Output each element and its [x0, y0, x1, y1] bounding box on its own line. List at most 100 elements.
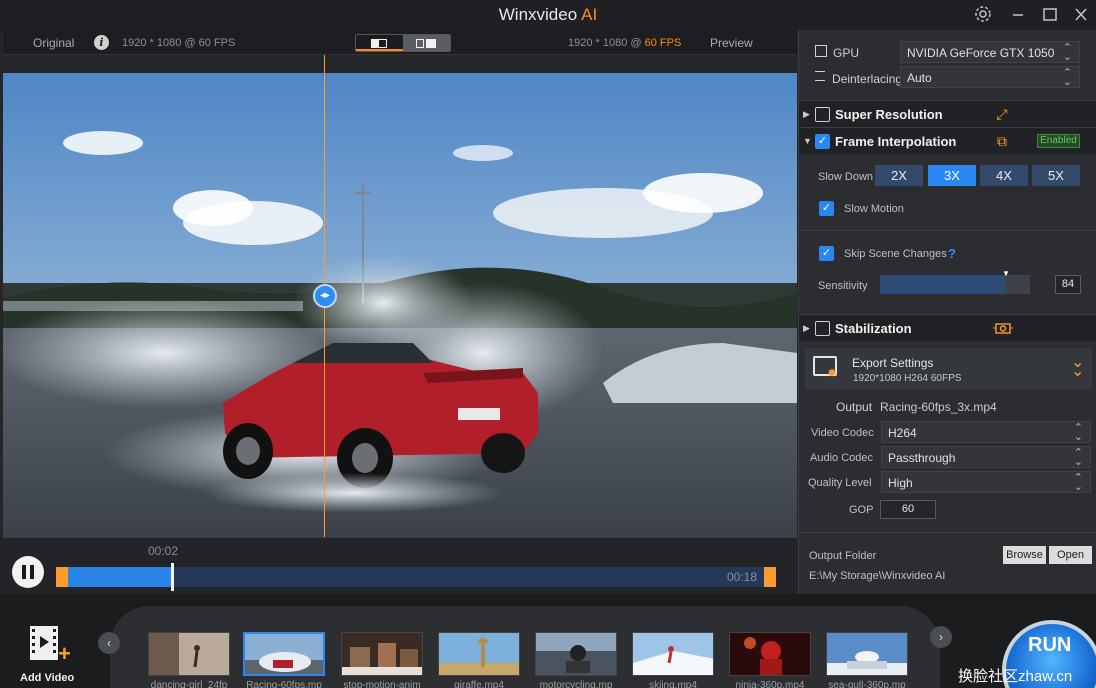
enabled-badge: Enabled — [1037, 134, 1080, 148]
pause-button[interactable] — [12, 556, 44, 588]
run-label: RUN — [1028, 634, 1072, 656]
compare-bar: Original i 1920 * 1080 @ 60 FPS 1920 * 1… — [3, 30, 797, 55]
watermark-text: 换脸社区zhaw.cn — [958, 668, 1073, 685]
split-drag-handle[interactable]: ◂▸ — [313, 284, 337, 308]
video-image — [3, 73, 797, 548]
chevron-updown-icon: ⌃ ⌄ — [1073, 422, 1083, 443]
thumbnail[interactable] — [535, 632, 617, 676]
thumbnail[interactable] — [341, 632, 423, 676]
chevron-right-icon[interactable]: › — [930, 626, 952, 648]
gop-label: GOP — [849, 504, 874, 516]
collapse-chevron-icon[interactable]: ⌄ ⌄ — [1071, 355, 1084, 380]
frame-interpolation-section[interactable]: ▼ ✓ Frame Interpolation ⧉ Enabled — [799, 127, 1096, 154]
skip-scene-changes-checkbox[interactable]: ✓ — [819, 246, 834, 261]
minimize-icon[interactable] — [1007, 4, 1029, 26]
trim-start-handle[interactable] — [56, 567, 68, 587]
pause-icon-bar — [30, 565, 34, 579]
thumbnail-selected[interactable] — [243, 632, 325, 676]
trim-end-handle[interactable] — [764, 567, 776, 587]
thumbnail[interactable] — [148, 632, 230, 676]
chevron-updown-icon: ⌃ ⌄ — [1073, 447, 1083, 468]
preview-resolution: 1920 * 1080 @ 60 FPS — [568, 37, 681, 49]
video-codec-value: H264 — [888, 426, 917, 440]
audio-codec-label: Audio Codec — [810, 452, 873, 464]
thumbnail[interactable] — [438, 632, 520, 676]
gpu-chip-icon — [815, 45, 827, 57]
timeline-track[interactable]: 00:18 — [56, 563, 776, 591]
divider — [799, 532, 1096, 533]
export-settings-card[interactable]: ✹ Export Settings 1920*1080 H264 60FPS ⌄… — [805, 348, 1092, 390]
split-view-button[interactable] — [356, 35, 403, 51]
export-settings-title: Export Settings — [852, 356, 934, 370]
gear-icon: ✹ — [827, 366, 838, 380]
side-by-side-icon-right — [426, 39, 436, 48]
thumbnail-name: Racing-60fps.mp — [246, 680, 322, 688]
sensitivity-label: Sensitivity — [818, 280, 868, 292]
video-codec-select[interactable]: H264 ⌃ ⌄ — [881, 421, 1091, 443]
deinterlacing-label: Deinterlacing — [832, 72, 903, 86]
gpu-select[interactable]: NVIDIA GeForce GTX 1050 ⌃ ⌄ — [900, 41, 1080, 63]
close-icon[interactable] — [1070, 4, 1092, 26]
speed-2x-button[interactable]: 2X — [875, 165, 923, 186]
add-video-button[interactable]: + Add Video — [18, 624, 78, 688]
super-resolution-section[interactable]: ▶ Super Resolution ⤢ — [799, 100, 1096, 127]
quality-level-select[interactable]: High ⌃ ⌄ — [881, 471, 1091, 493]
deinterlacing-select[interactable]: Auto ⌃ ⌄ — [900, 66, 1080, 88]
stabilization-title: Stabilization — [835, 321, 912, 336]
slow-down-label: Slow Down — [818, 171, 874, 183]
add-video-label: Add Video — [20, 672, 75, 684]
settings-gear-icon[interactable] — [972, 4, 994, 26]
speed-3x-button[interactable]: 3X — [928, 165, 976, 186]
quality-level-value: High — [888, 476, 913, 490]
help-icon[interactable]: ? — [948, 246, 956, 261]
thumbnail-name: stop-motion-anim — [343, 680, 421, 688]
sensitivity-marker-icon: ▼ — [1002, 269, 1010, 278]
chevron-updown-icon: ⌃ ⌄ — [1062, 67, 1072, 88]
output-folder-path: E:\My Storage\Winxvideo AI — [809, 570, 946, 582]
video-frame[interactable] — [3, 73, 797, 548]
sensitivity-fill — [880, 275, 1006, 294]
total-time: 00:18 — [727, 570, 758, 584]
sensitivity-value[interactable]: 84 — [1055, 275, 1081, 294]
info-icon[interactable]: i — [94, 35, 109, 50]
speed-5x-button[interactable]: 5X — [1032, 165, 1080, 186]
stabilization-checkbox[interactable] — [815, 321, 830, 336]
frame-interpolation-checkbox[interactable]: ✓ — [815, 134, 830, 149]
app-title-text: Winxvideo — [498, 5, 578, 24]
original-label: Original — [33, 36, 75, 50]
upscale-icon: ⤢ — [996, 106, 1008, 122]
audio-codec-value: Passthrough — [888, 451, 956, 465]
stabilization-section[interactable]: ▶ Stabilization — [799, 314, 1096, 341]
output-filename[interactable]: Racing-60fps_3x.mp4 — [880, 400, 997, 414]
current-time: 00:02 — [148, 544, 179, 558]
thumbnail-name: giraffe.mp4 — [454, 680, 504, 688]
super-resolution-checkbox[interactable] — [815, 107, 830, 122]
open-button[interactable]: Open — [1049, 546, 1092, 564]
playhead[interactable] — [171, 563, 174, 591]
expand-right-icon: ▶ — [803, 109, 810, 119]
audio-codec-select[interactable]: Passthrough ⌃ ⌄ — [881, 446, 1091, 468]
chevron-left-icon[interactable]: ‹ — [98, 632, 120, 654]
sensitivity-slider[interactable]: ▼ — [880, 269, 1030, 294]
thumbnail[interactable] — [729, 632, 811, 676]
deinterlace-icon — [815, 71, 825, 81]
export-settings-summary: 1920*1080 H264 60FPS — [853, 373, 962, 384]
speed-4x-button[interactable]: 4X — [980, 165, 1028, 186]
thumbnail[interactable] — [632, 632, 714, 676]
thumbnail-strip: ‹ › — [98, 606, 952, 688]
pause-icon — [22, 565, 26, 579]
thumbnail[interactable] — [826, 632, 908, 676]
split-view-icon — [371, 39, 387, 48]
player-controls: 00:02 00:18 — [0, 538, 798, 594]
browse-button[interactable]: Browse — [1003, 546, 1046, 564]
gop-input[interactable]: 60 — [880, 500, 936, 519]
slow-motion-label: Slow Motion — [844, 203, 904, 215]
thumbnail-name: motorcycling.mp — [539, 680, 613, 688]
slow-motion-checkbox[interactable]: ✓ — [819, 201, 834, 216]
app-title: Winxvideo AI — [0, 5, 1096, 25]
preview-fps: 60 FPS — [644, 37, 682, 49]
maximize-icon[interactable] — [1039, 4, 1061, 26]
video-codec-label: Video Codec — [811, 427, 874, 439]
view-mode-toggle[interactable] — [355, 34, 451, 52]
side-by-side-button[interactable] — [403, 35, 450, 51]
